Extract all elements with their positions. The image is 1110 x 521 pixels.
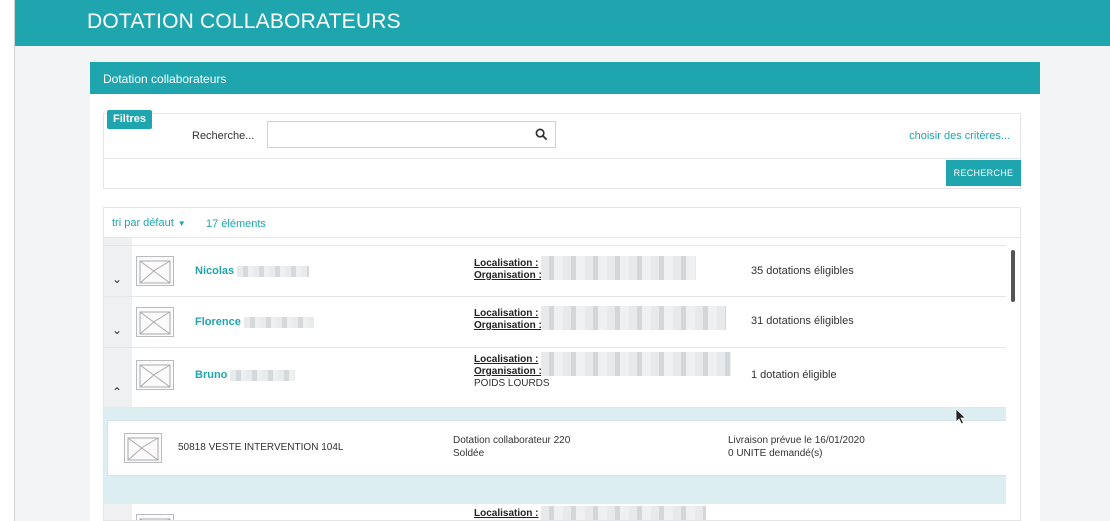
dotation-detail: 50818 VESTE INTERVENTION 104L Dotation c… — [104, 408, 1008, 504]
results-count: 17 éléments — [206, 218, 266, 230]
sort-dropdown[interactable]: tri par défaut ▼ — [112, 217, 186, 229]
search-input[interactable] — [267, 121, 556, 148]
article-name: 50818 VESTE INTERVENTION 104L — [178, 442, 344, 453]
delivery-date: Livraison prévue le 16/01/2020 — [728, 435, 865, 446]
filters-actions-row: RECHERCHE — [103, 159, 1021, 189]
list-item[interactable]: ⌄ — [104, 238, 1008, 246]
organisation-label: Organisation : — [474, 366, 542, 377]
chevron-up-icon: ⌃ — [112, 385, 123, 399]
dotation-name: Dotation collaborateur 220 — [453, 435, 571, 446]
eligible-count: 1 dotation éligible — [751, 369, 837, 381]
collaborator-name-link[interactable]: Florence — [195, 316, 314, 328]
localisation-label: Localisation : — [474, 354, 539, 365]
redacted-location — [541, 352, 731, 376]
redacted-surname — [230, 369, 296, 381]
list-item[interactable]: Localisation : — [104, 504, 1008, 520]
row-toggle[interactable]: ⌄ — [104, 246, 132, 296]
localisation-label: Localisation : — [474, 258, 539, 269]
image-placeholder-icon — [136, 514, 174, 520]
search-icon[interactable] — [535, 128, 548, 141]
results-toolbar: tri par défaut ▼ 17 éléments — [104, 208, 1020, 238]
filters-section: Filtres Recherche... choisir des critère… — [103, 110, 1021, 159]
collaborator-name: Bruno — [195, 369, 228, 381]
dotation-status: Soldée — [453, 448, 485, 459]
results-list: tri par défaut▼ 17 éléments ⌄ ⌄ — [103, 207, 1021, 521]
organisation-label: Organisation : — [474, 270, 542, 281]
row-toggle[interactable]: ⌃ — [104, 348, 132, 407]
row-toggle[interactable]: ⌄ — [104, 238, 132, 245]
collaborator-name-link[interactable]: Nicolas — [195, 265, 310, 277]
image-placeholder-icon — [136, 256, 174, 286]
collaborator-list: ⌄ ⌄ Nicolas Localisation : Organisati — [104, 238, 1008, 520]
caret-down-icon: ▼ — [177, 219, 186, 228]
redacted-location — [541, 256, 696, 280]
organisation-extra: POIDS LOURDS — [474, 378, 550, 389]
delivery-info: Livraison prévue le 16/01/2020 0 UNITE d… — [728, 434, 865, 460]
chevron-down-icon: ⌄ — [112, 323, 123, 337]
search-label: Recherche... — [192, 130, 255, 142]
panel-header: Dotation collaborateurs — [90, 62, 1040, 94]
collaborator-name: Florence — [195, 316, 241, 328]
search-button[interactable]: RECHERCHE — [946, 160, 1021, 186]
dotation-panel: Dotation collaborateurs Filtres Recherch… — [90, 62, 1040, 521]
eligible-count: 31 dotations éligibles — [751, 315, 854, 327]
image-placeholder-icon — [136, 360, 174, 390]
redacted-location — [541, 506, 706, 520]
redacted-surname — [243, 316, 314, 328]
filters-badge: Filtres — [107, 110, 153, 129]
image-placeholder-icon — [136, 307, 174, 337]
list-item[interactable]: ⌄ Florence Localisation : Organisation :… — [104, 297, 1008, 348]
results-scrollbar[interactable] — [1006, 238, 1020, 520]
row-toggle[interactable] — [104, 504, 132, 520]
article-card[interactable]: 50818 VESTE INTERVENTION 104L Dotation c… — [107, 420, 1008, 476]
organisation-label: Organisation : — [474, 320, 542, 331]
row-toggle[interactable]: ⌄ — [104, 297, 132, 347]
dotation-info: Dotation collaborateur 220 Soldée — [453, 434, 570, 460]
quantity-requested: 0 UNITE demandé(s) — [728, 448, 823, 459]
choose-criteria-link[interactable]: choisir des critères... — [909, 130, 1010, 142]
app-title: DOTATION COLLABORATEURS — [87, 10, 401, 33]
top-bar: DOTATION COLLABORATEURS — [15, 0, 1110, 46]
list-item-expanded[interactable]: ⌃ Bruno Localisation : Organisation : PO… — [104, 348, 1008, 408]
redacted-location — [541, 306, 726, 330]
localisation-label: Localisation : — [474, 308, 539, 319]
localisation-label: Localisation : — [474, 508, 539, 519]
list-item[interactable]: ⌄ Nicolas Localisation : Organisation : … — [104, 246, 1008, 297]
collaborator-name-link[interactable]: Bruno — [195, 369, 296, 381]
mouse-cursor-icon — [955, 408, 967, 425]
redacted-surname — [237, 265, 310, 277]
scrollbar-thumb[interactable] — [1011, 250, 1015, 302]
eligible-count: 35 dotations éligibles — [751, 265, 854, 277]
sort-label: tri par défaut — [112, 217, 174, 229]
chevron-down-icon: ⌄ — [112, 272, 123, 286]
app-window: DOTATION COLLABORATEURS Dotation collabo… — [14, 0, 1110, 521]
image-placeholder-icon — [124, 433, 162, 463]
collaborator-name: Nicolas — [195, 265, 235, 277]
